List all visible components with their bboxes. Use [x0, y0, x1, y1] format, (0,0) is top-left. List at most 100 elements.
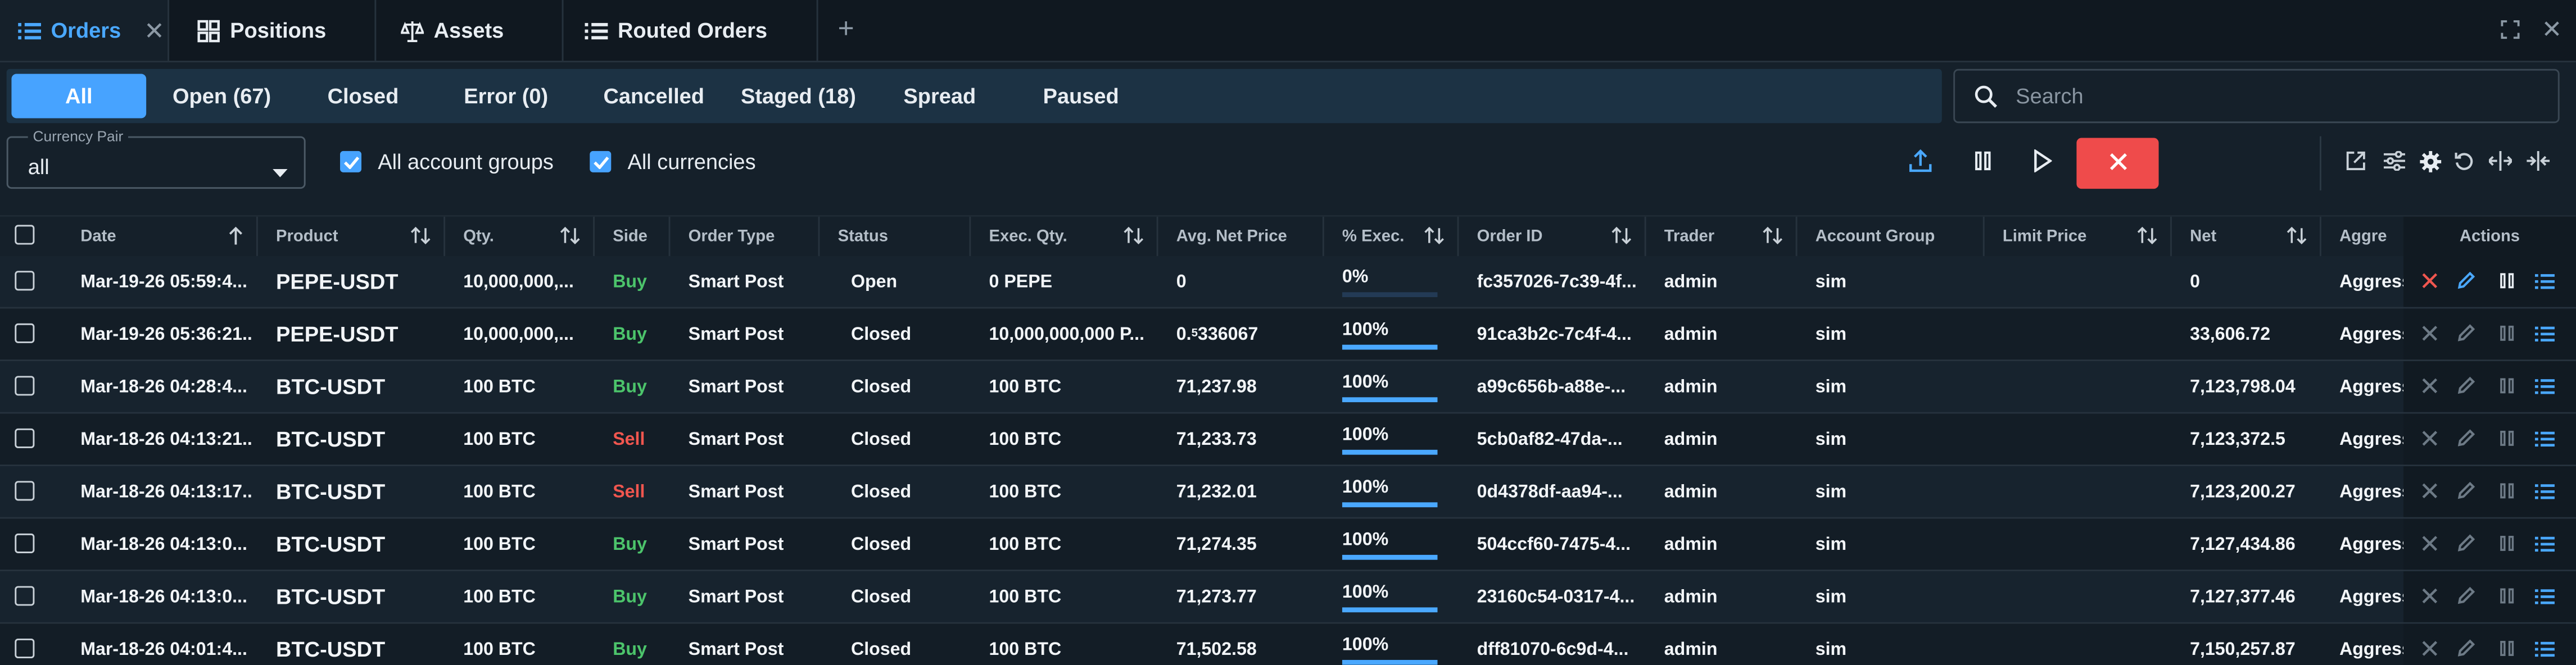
row-checkbox[interactable]	[15, 533, 35, 553]
gear-icon[interactable]	[2416, 148, 2443, 174]
edit-order-icon[interactable]	[2456, 324, 2476, 343]
column-header-product[interactable]: Product	[258, 216, 446, 256]
edit-order-icon[interactable]	[2456, 586, 2476, 605]
cell-order-id[interactable]: 0d4378df-aa94-...	[1477, 466, 1641, 517]
external-link-icon[interactable]	[2343, 148, 2369, 174]
row-checkbox[interactable]	[15, 271, 35, 291]
row-checkbox[interactable]	[15, 638, 35, 659]
add-tab-button[interactable]: +	[838, 13, 854, 45]
edit-order-icon[interactable]	[2456, 481, 2476, 500]
cancel-order-icon[interactable]	[2420, 271, 2439, 290]
column-header-status[interactable]: Status	[820, 216, 971, 256]
filter-staged[interactable]: Staged (18)	[726, 74, 871, 119]
pause-order-icon[interactable]	[2497, 586, 2517, 605]
cancel-all-button[interactable]	[2076, 138, 2159, 189]
cancel-order-icon[interactable]	[2420, 429, 2439, 448]
export-icon[interactable]	[1907, 148, 1934, 174]
edit-order-icon[interactable]	[2456, 534, 2476, 553]
pause-all-icon[interactable]	[1970, 148, 1996, 174]
row-checkbox[interactable]	[15, 323, 35, 343]
expand-columns-icon[interactable]	[2487, 148, 2514, 174]
pause-order-icon[interactable]	[2497, 376, 2517, 395]
table-row[interactable]: Mar-18-26 04:01:4... BTC-USDT 100 BTC Bu…	[0, 623, 2576, 665]
edit-order-icon[interactable]	[2456, 376, 2476, 395]
reset-icon[interactable]	[2451, 148, 2478, 174]
table-row[interactable]: Mar-18-26 04:13:17... BTC-USDT 100 BTC S…	[0, 466, 2576, 519]
cancel-order-icon[interactable]	[2420, 639, 2439, 658]
filter-paused[interactable]: Paused	[1018, 74, 1143, 119]
sort-icon[interactable]	[2287, 226, 2307, 249]
pause-order-icon[interactable]	[2497, 534, 2517, 553]
sort-icon[interactable]	[2137, 226, 2157, 249]
pause-order-icon[interactable]	[2497, 639, 2517, 658]
row-checkbox[interactable]	[15, 376, 35, 396]
cell-order-id[interactable]: 5cb0af82-47da-...	[1477, 414, 1641, 465]
cancel-order-icon[interactable]	[2420, 481, 2439, 500]
column-header-exec-qty[interactable]: Exec. Qty.	[971, 216, 1158, 256]
cell-order-id[interactable]: fc357026-7c39-4f...	[1477, 256, 1641, 307]
column-header-date[interactable]: Date	[49, 216, 258, 256]
order-details-icon[interactable]	[2534, 481, 2555, 500]
sort-icon[interactable]	[1124, 226, 1144, 249]
sort-icon[interactable]	[1763, 226, 1783, 249]
sort-icon[interactable]	[1424, 226, 1444, 249]
column-header-order-id[interactable]: Order ID	[1459, 216, 1646, 256]
column-header-avg-net-price[interactable]: Avg. Net Price	[1158, 216, 1324, 256]
pause-order-icon[interactable]	[2497, 324, 2517, 343]
row-checkbox[interactable]	[15, 586, 35, 606]
cancel-order-icon[interactable]	[2420, 376, 2439, 395]
filter-error[interactable]: Error (0)	[440, 74, 572, 119]
close-panel-icon[interactable]: ✕	[2542, 15, 2563, 44]
table-row[interactable]: Mar-18-26 04:28:4... BTC-USDT 100 BTC Bu…	[0, 361, 2576, 414]
table-row[interactable]: Mar-18-26 04:13:0... BTC-USDT 100 BTC Bu…	[0, 571, 2576, 624]
fullscreen-icon[interactable]	[2501, 18, 2520, 39]
column-header-pct-exec[interactable]: % Exec.	[1324, 216, 1459, 256]
order-details-icon[interactable]	[2534, 586, 2555, 605]
all-account-groups-checkbox[interactable]: All account groups	[340, 149, 554, 174]
tab-orders[interactable]: Orders ✕	[0, 0, 170, 61]
sort-icon[interactable]	[410, 226, 431, 249]
sort-icon[interactable]	[1611, 226, 1632, 249]
cell-order-id[interactable]: 504ccf60-7475-4...	[1477, 519, 1641, 570]
currency-pair-select[interactable]: Currency Pair all	[6, 127, 306, 189]
cancel-order-icon[interactable]	[2420, 586, 2439, 605]
column-header-trader[interactable]: Trader	[1646, 216, 1798, 256]
filter-closed[interactable]: Closed	[302, 74, 424, 119]
table-row[interactable]: Mar-18-26 04:13:21... BTC-USDT 100 BTC S…	[0, 413, 2576, 467]
column-header-aggression[interactable]: Aggre	[2321, 217, 2403, 256]
cell-order-id[interactable]: a99c656b-a88e-...	[1477, 361, 1641, 412]
tab-positions[interactable]: Positions	[169, 0, 377, 61]
order-details-icon[interactable]	[2534, 639, 2555, 658]
tab-assets[interactable]: Assets	[376, 0, 564, 61]
pause-order-icon[interactable]	[2497, 481, 2517, 500]
column-header-account-group[interactable]: Account Group	[1798, 216, 1985, 256]
filter-spread[interactable]: Spread	[881, 74, 999, 119]
cell-order-id[interactable]: 91ca3b2c-7c4f-4...	[1477, 308, 1641, 359]
cancel-order-icon[interactable]	[2420, 534, 2439, 553]
sliders-icon[interactable]	[2380, 148, 2407, 174]
all-currencies-checkbox[interactable]: All currencies	[590, 149, 756, 174]
filter-all[interactable]: All	[11, 74, 147, 119]
row-checkbox[interactable]	[15, 428, 35, 448]
order-details-icon[interactable]	[2534, 324, 2555, 343]
table-row[interactable]: Mar-18-26 04:13:0... BTC-USDT 100 BTC Bu…	[0, 518, 2576, 572]
table-row[interactable]: Mar-19-26 05:36:21... PEPE-USDT 10,000,0…	[0, 308, 2576, 362]
order-details-icon[interactable]	[2534, 271, 2555, 290]
order-details-icon[interactable]	[2534, 376, 2555, 395]
select-all-checkbox[interactable]	[15, 225, 35, 245]
edit-order-icon[interactable]	[2456, 429, 2476, 448]
filter-cancelled[interactable]: Cancelled	[585, 74, 723, 119]
column-header-limit-price[interactable]: Limit Price	[1985, 216, 2172, 256]
column-header-side[interactable]: Side	[595, 216, 671, 256]
cell-order-id[interactable]: 23160c54-0317-4...	[1477, 571, 1641, 622]
column-header-net[interactable]: Net	[2172, 216, 2321, 256]
row-checkbox[interactable]	[15, 481, 35, 501]
close-icon[interactable]: ✕	[144, 16, 165, 45]
column-header-order-type[interactable]: Order Type	[671, 216, 820, 256]
table-row[interactable]: Mar-19-26 05:59:4... PEPE-USDT 10,000,00…	[0, 256, 2576, 309]
filter-open[interactable]: Open (67)	[158, 74, 286, 119]
order-details-icon[interactable]	[2534, 534, 2555, 553]
arrow-up-icon[interactable]	[228, 226, 243, 249]
column-header-qty[interactable]: Qty.	[445, 216, 595, 256]
pause-order-icon[interactable]	[2497, 271, 2517, 290]
